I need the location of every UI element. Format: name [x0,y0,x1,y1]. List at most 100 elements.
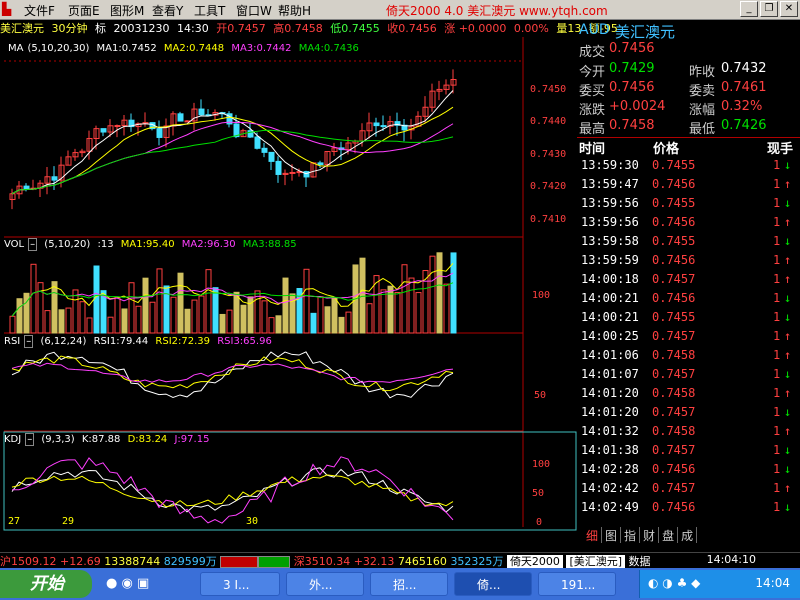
price-tick-2: 0.7430 [530,149,566,160]
restore-button[interactable]: ❐ [760,1,778,17]
tab-book[interactable]: 盘 [659,527,679,543]
period[interactable]: 30分钟 [52,22,88,35]
candle-body [380,125,387,128]
col-time: 时间 [579,142,606,157]
arrow-down-icon: ↓ [784,234,792,248]
candle-body [268,151,275,162]
kdj-line [11,456,454,524]
tick-price: 0.7455 [652,234,696,248]
tick-row: 14:01:07 0.7457 1 ↓ [577,367,800,386]
candle-body [373,122,380,127]
tick-row: 14:02:49 0.7456 1 ↓ [577,500,800,519]
open-value: 0.7429 [609,61,655,76]
vol-params: (5,10,20) [44,239,91,250]
volume-bar [268,317,275,334]
volume-bar [107,316,114,334]
kdj-line [11,467,454,513]
candle-body [51,176,58,181]
tick-price: 0.7456 [652,500,696,514]
app-title: 倚天2000 4.0 美汇澳元 www.ytqh.com [386,4,608,18]
kdj-mark-29: 29 [62,516,74,527]
menu-view[interactable]: 查看Y [152,2,183,19]
task-button-3[interactable]: 招... [370,572,448,596]
tick-row: 13:59:56 0.7455 1 ↓ [577,196,800,215]
tab-trades[interactable]: 成 [678,527,698,543]
taskbar: 开始 ● ◉ ▣ 3 I... 外... 招... 倚... 191... ◐ … [0,568,800,600]
volume-bar [408,277,415,334]
volume-bar [254,290,261,334]
volume-bar [240,304,247,334]
tick-volume: 1 [773,291,781,305]
tick-price: 0.7456 [652,291,696,305]
tick-row: 14:01:38 0.7457 1 ↓ [577,443,800,462]
kdj-collapse-icon[interactable]: – [25,433,35,446]
tick-time: 14:00:21 [581,310,639,324]
menu-graph[interactable]: 图形M [110,2,144,19]
volume-bar [191,299,198,334]
ask-label: 委卖 [689,84,716,99]
bar-date: 20031230 [113,22,170,35]
volume-bar [275,315,282,334]
last-value: 0.7456 [609,41,655,56]
price-tick-3: 0.7420 [530,181,566,192]
task-button-2[interactable]: 外... [286,572,364,596]
menu-tools[interactable]: 工具T [194,2,225,19]
rsi-collapse-icon[interactable]: – [24,335,34,348]
tick-price: 0.7456 [652,215,696,229]
volume-bar [177,272,184,334]
rsi1-value: RSI1:79.44 [93,336,149,347]
low-value: 0.7426 [721,118,767,133]
menu-page[interactable]: 页面E [68,2,100,19]
candle-body [317,162,324,166]
vol-collapse-icon[interactable]: – [28,238,38,251]
close-button[interactable]: ✕ [780,1,798,17]
sh-ratio-bar [220,556,259,568]
tick-volume: 1 [773,310,781,324]
tab-index[interactable]: 指 [621,527,641,543]
tab-detail[interactable]: 细 [583,527,603,543]
minimize-button[interactable]: _ [740,1,758,17]
tick-price: 0.7457 [652,272,696,286]
tick-volume: 1 [773,234,781,248]
volume-bar [58,309,65,334]
tray-clock: 14:04 [755,576,790,590]
start-button[interactable]: 开始 [0,570,92,598]
volume-bar [114,297,121,334]
volume-bar [359,257,366,334]
volume-bar [219,313,226,334]
tick-price: 0.7456 [652,253,696,267]
bar-time: 14:30 [177,22,209,35]
ma-line [11,90,454,195]
tray-icons[interactable]: ◐ ◑ ♣ ◆ [648,576,700,590]
task-button-4[interactable]: 倚... [454,572,532,596]
tick-row: 14:01:06 0.7458 1 ↑ [577,348,800,367]
tick-time: 13:59:30 [581,158,639,172]
tick-time: 14:01:38 [581,443,639,457]
arrow-down-icon: ↓ [784,291,792,305]
candle-body [289,171,296,174]
high-value: 0.7458 [609,118,655,133]
candle-body [261,147,268,153]
chart-area[interactable]: 0.7450 0.7440 0.7430 0.7420 0.7410 100 5… [0,37,578,537]
menu-file[interactable]: 文件F [24,2,55,19]
kdj-title: KDJ – (9,3,3) K:87.88 D:83.24 J:97.15 [4,433,213,446]
menu-window[interactable]: 窗口W [236,2,272,19]
arrow-up-icon: ↑ [784,215,792,229]
kdj-tick-100: 100 [532,459,550,470]
vol-cur: :13 [97,239,114,250]
bar-info-line: 美汇澳元 30分钟 标 20031230 14:30 开0.7457 高0.74… [0,20,618,37]
bid-value: 0.7456 [609,80,655,95]
chg-label: 涨跌 [579,103,606,118]
price-tick-4: 0.7410 [530,214,566,225]
tab-chart[interactable]: 图 [602,527,622,543]
quicklaunch-icons[interactable]: ● ◉ ▣ [106,576,149,591]
volume-bar [436,252,443,334]
tick-time: 13:59:56 [581,215,639,229]
task-button-1[interactable]: 3 I... [200,572,280,596]
task-button-5[interactable]: 191... [538,572,616,596]
app-icon[interactable]: ▙ [2,2,11,16]
tick-volume: 1 [773,462,781,476]
tab-finance[interactable]: 财 [640,527,660,543]
menu-help[interactable]: 帮助H [278,2,311,19]
ma-line [11,121,454,195]
